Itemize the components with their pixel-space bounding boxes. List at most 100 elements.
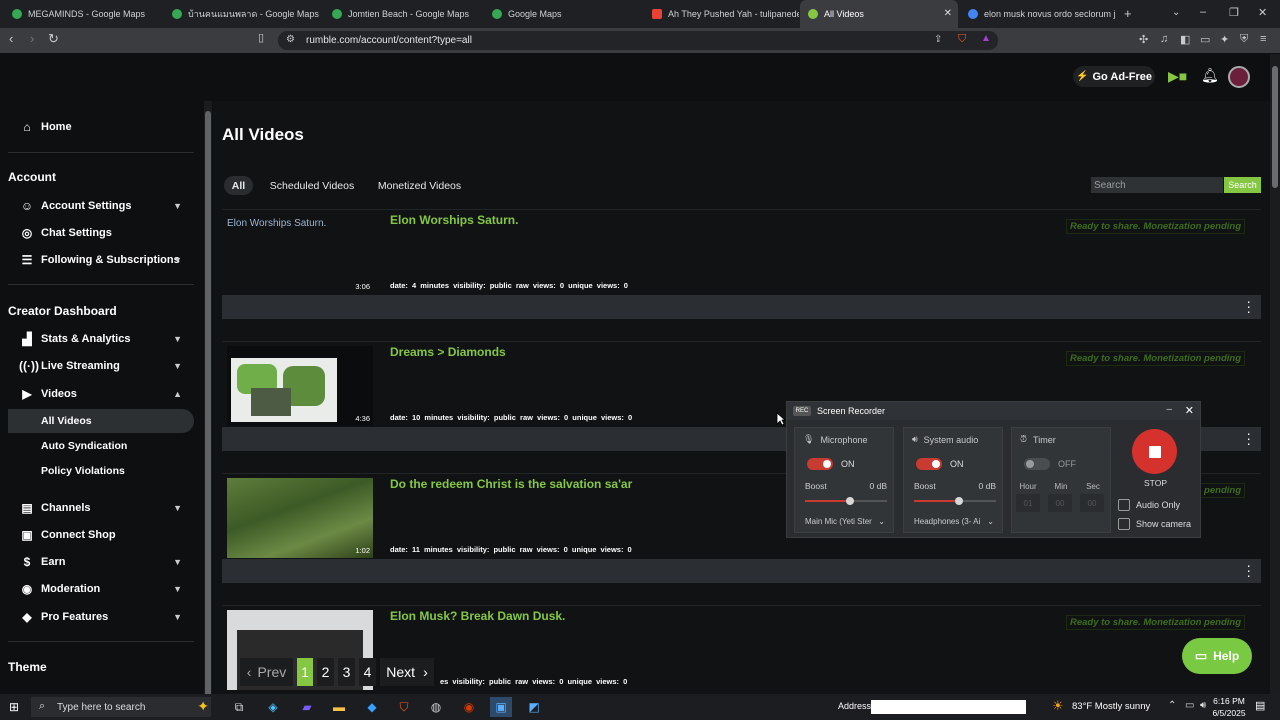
system-audio-device-select[interactable]: Headphones (3- Ai ⌄ (914, 517, 996, 526)
sidebar-item-all-videos[interactable]: All Videos (8, 409, 194, 433)
sidebar-item-chat-settings[interactable]: ◎ Chat Settings (8, 221, 194, 245)
browser-tab[interactable]: MEGAMINDS - Google Maps (4, 0, 164, 28)
tab-all[interactable]: All (224, 176, 253, 195)
tab-scheduled-videos[interactable]: Scheduled Videos (264, 176, 360, 195)
more-options-icon[interactable]: · · · (1246, 558, 1251, 582)
sidebar-toggle-icon[interactable]: ◧ (1180, 33, 1190, 46)
browser-tab[interactable]: Google Maps (484, 0, 644, 28)
active-app-icon[interactable]: ▣ (490, 697, 512, 717)
windows-start-icon[interactable]: ⊞ (9, 700, 19, 714)
edge-icon[interactable]: ◆ (361, 697, 383, 717)
scrollbar-thumb[interactable] (1272, 66, 1278, 188)
share-icon[interactable]: ⇪ (934, 34, 942, 45)
clock-date[interactable]: 6/5/2025 (1209, 708, 1249, 718)
site-info-icon[interactable]: ⚙ (286, 34, 295, 45)
copilot-icon[interactable]: ◈ (262, 697, 284, 717)
go-ad-free-button[interactable]: ⚡ Go Ad-Free (1073, 66, 1155, 87)
wallet-icon[interactable]: ▭ (1200, 33, 1210, 46)
forward-icon[interactable]: › (30, 31, 34, 46)
file-explorer-icon[interactable]: ▬ (328, 697, 350, 717)
page-button[interactable]: 3 (338, 658, 355, 686)
notification-center-icon[interactable]: ▤ (1255, 699, 1265, 712)
close-icon[interactable]: ✕ (1185, 404, 1194, 417)
prev-page-button[interactable]: ‹ Prev (240, 658, 293, 686)
volume-icon[interactable]: 🔊︎ (1200, 700, 1206, 711)
sidebar-item-channels[interactable]: ▤ Channels ▼ (8, 496, 194, 520)
video-thumbnail[interactable]: Elon Worships Saturn. 3:06 (227, 214, 373, 294)
sidebar-item-home[interactable]: ⌂ Home (8, 115, 194, 139)
restore-icon[interactable]: ❐ (1229, 6, 1239, 19)
sidebar-item-connect-shop[interactable]: ▣ Connect Shop (8, 523, 194, 547)
rewards-icon[interactable]: ▲ (981, 33, 991, 44)
sidebar-item-auto-syndication[interactable]: Auto Syndication (8, 434, 194, 458)
leo-icon[interactable]: ✦ (1220, 33, 1229, 46)
hour-input[interactable]: 01 (1016, 494, 1040, 512)
next-page-button[interactable]: Next › (380, 658, 434, 686)
sec-input[interactable]: 00 (1080, 494, 1104, 512)
url-bar[interactable]: rumble.com/account/content?type=all (278, 31, 998, 50)
upload-video-icon[interactable]: ▶■ (1168, 68, 1187, 85)
page-scrollbar[interactable] (1270, 54, 1280, 694)
video-thumbnail[interactable]: 1:02 (227, 478, 373, 558)
sidebar-item-videos[interactable]: ▶ Videos ▲ (8, 382, 194, 406)
brave-shield-icon[interactable]: ⛉ (958, 33, 966, 46)
sidebar-item-live-streaming[interactable]: ((·)) Live Streaming ▼ (8, 354, 194, 378)
sidebar-item-moderation[interactable]: ◉ Moderation ▼ (8, 577, 194, 601)
video-title[interactable]: Dreams > Diamonds (390, 345, 506, 359)
browser-tab[interactable]: Jomtien Beach - Google Maps (324, 0, 484, 28)
search-input[interactable] (1091, 177, 1223, 193)
video-thumbnail[interactable]: 4:36 (227, 346, 373, 426)
sidebar-item-following[interactable]: ☰ Following & Subscriptions ▼ (8, 248, 194, 272)
back-icon[interactable]: ‹ (9, 31, 13, 46)
video-title[interactable]: Elon Worships Saturn. (390, 213, 518, 227)
vpn-icon[interactable]: ⛨ (1240, 33, 1248, 46)
sidebar-item-account-settings[interactable]: ☺ Account Settings ▼ (8, 194, 194, 218)
clock-time[interactable]: 6:16 PM (1209, 696, 1249, 706)
mic-boost-slider[interactable] (805, 497, 887, 505)
more-options-icon[interactable]: · · · (1246, 426, 1251, 450)
notifications-bell-icon[interactable]: 🔔︎ (1201, 67, 1219, 84)
timer-toggle[interactable] (1024, 458, 1050, 470)
app-icon[interactable]: ◩ (523, 697, 545, 717)
close-tab-icon[interactable]: ✕ (944, 8, 952, 19)
more-options-icon[interactable]: · · · (1246, 294, 1251, 318)
show-camera-checkbox[interactable] (1118, 518, 1130, 530)
media-icon[interactable]: ♫ (1160, 33, 1168, 45)
video-title[interactable]: Do the redeem Christ is the salvation sa… (390, 477, 632, 491)
tab-list-icon[interactable]: ⌄ (1172, 7, 1180, 18)
tray-chevron-icon[interactable]: ⌃ (1168, 700, 1176, 711)
network-icon[interactable]: ▭ (1185, 700, 1194, 711)
avatar[interactable] (1228, 66, 1250, 88)
page-button[interactable]: 2 (317, 658, 334, 686)
task-view-icon[interactable]: ⧉ (228, 697, 250, 717)
system-boost-slider[interactable] (914, 497, 996, 505)
reload-icon[interactable]: ↻ (48, 31, 59, 47)
microphone-toggle[interactable] (807, 458, 833, 470)
app-icon[interactable]: ◍ (425, 697, 447, 717)
min-input[interactable]: 00 (1048, 494, 1072, 512)
minimize-icon[interactable]: – (1200, 6, 1206, 18)
page-button[interactable]: 4 (359, 658, 376, 686)
extensions-icon[interactable]: ✣ (1139, 33, 1148, 46)
page-button-current[interactable]: 1 (297, 658, 313, 686)
browser-tab[interactable]: บ้านคนแมนพลาด - Google Maps (164, 0, 324, 28)
address-toolbar-input[interactable] (871, 700, 1026, 714)
sidebar-item-stats[interactable]: ▟ Stats & Analytics ▼ (8, 327, 194, 351)
microphone-device-select[interactable]: Main Mic (Yeti Ster ⌄ (805, 517, 887, 526)
recorder-titlebar[interactable]: REC Screen Recorder – ✕ (787, 402, 1200, 420)
window-close-icon[interactable]: ✕ (1258, 6, 1267, 19)
video-title[interactable]: Elon Musk? Break Dawn Dusk. (390, 609, 565, 623)
tab-monetized-videos[interactable]: Monetized Videos (372, 176, 467, 195)
browser-tab[interactable]: Ah They Pushed Yah - tulipanedean (644, 0, 799, 28)
taskbar-search[interactable]: ⌕ Type here to search ✦ (31, 697, 211, 717)
weather-text[interactable]: 83°F Mostly sunny (1072, 701, 1150, 712)
minimize-icon[interactable]: – (1166, 404, 1172, 415)
system-audio-toggle[interactable] (916, 458, 942, 470)
app-icon[interactable]: ◉ (458, 697, 480, 717)
bookmark-icon[interactable]: ▯ (258, 31, 264, 44)
new-tab-icon[interactable]: + (1124, 6, 1132, 21)
search-button[interactable]: Search (1224, 177, 1261, 193)
menu-icon[interactable]: ≡ (1260, 33, 1266, 45)
sidebar-item-earn[interactable]: $ Earn ▼ (8, 550, 194, 574)
teams-icon[interactable]: ▰ (296, 697, 318, 717)
